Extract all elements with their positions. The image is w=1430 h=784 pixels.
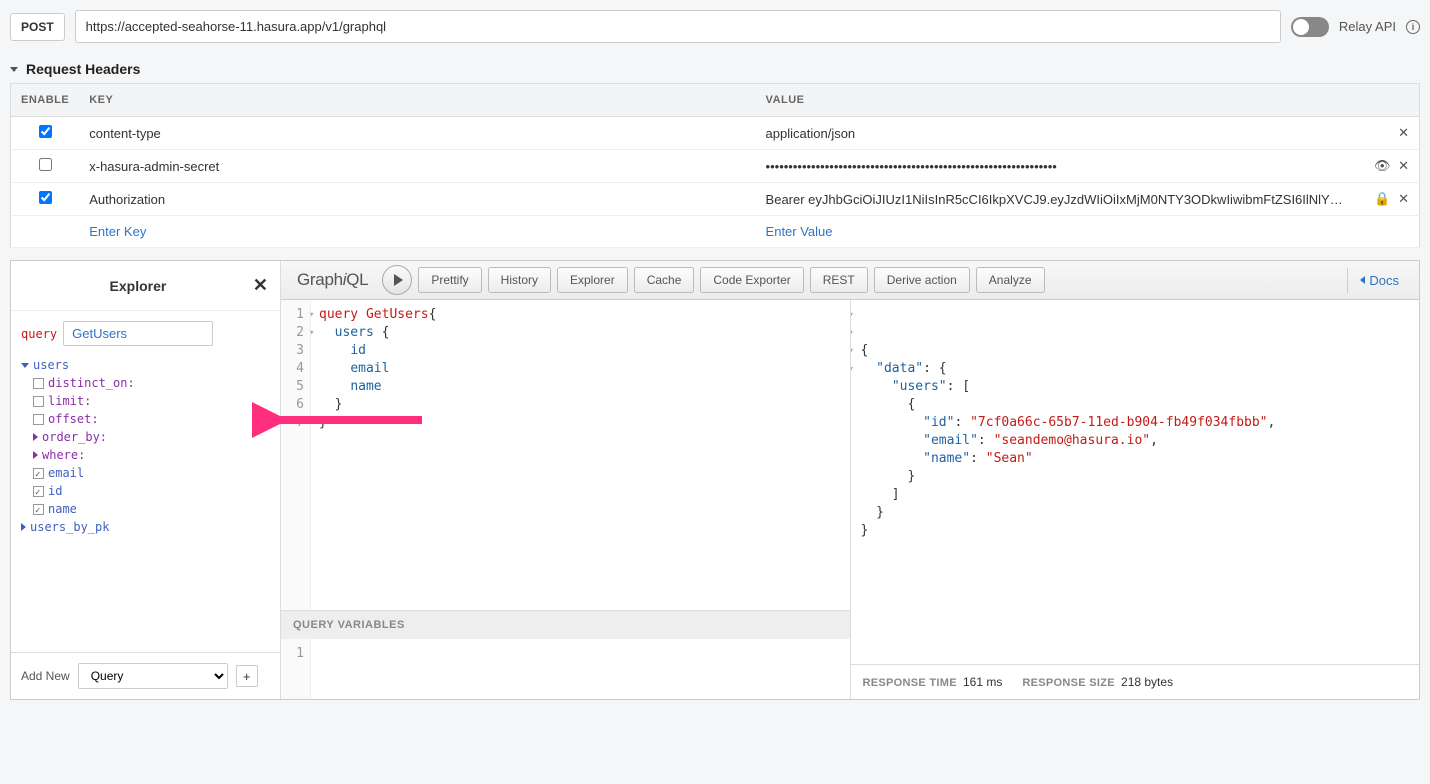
- tree-offset[interactable]: offset:: [33, 410, 270, 428]
- header-key[interactable]: Authorization: [79, 183, 755, 216]
- execute-button[interactable]: [382, 265, 412, 295]
- relay-api-toggle[interactable]: [1291, 17, 1329, 37]
- explorer-pane: Explorer ✕ query users distinct_on: limi…: [11, 261, 281, 699]
- result-footer: RESPONSE TIME 161 ms RESPONSE SIZE 218 b…: [851, 664, 1420, 699]
- docs-button[interactable]: Docs: [1347, 268, 1411, 293]
- query-editor[interactable]: 1234567 ▾▾ query GetUsers{ users { id em…: [281, 300, 850, 610]
- tree-order-by[interactable]: order_by:: [33, 428, 270, 446]
- headers-table: ENABLE KEY VALUE content-type applicatio…: [10, 83, 1420, 248]
- code-exporter-button[interactable]: Code Exporter: [700, 267, 803, 293]
- add-new-label: Add New: [21, 669, 70, 683]
- header-row: Authorization Bearer eyJhbGciOiJIUzI1NiI…: [11, 183, 1420, 216]
- analyze-button[interactable]: Analyze: [976, 267, 1045, 293]
- tree-name[interactable]: name: [33, 500, 270, 518]
- col-key: KEY: [79, 84, 755, 117]
- request-bar: POST Relay API i: [10, 10, 1420, 43]
- graphiql-logo: GraphiQL: [289, 270, 376, 290]
- info-icon[interactable]: i: [1406, 20, 1420, 34]
- header-key[interactable]: content-type: [79, 117, 755, 150]
- tree-limit[interactable]: limit:: [33, 392, 270, 410]
- header-row: content-type application/json ✕: [11, 117, 1420, 150]
- tree-id[interactable]: id: [33, 482, 270, 500]
- tree-email[interactable]: email: [33, 464, 270, 482]
- graphiql-toolbar: GraphiQL Prettify History Explorer Cache…: [281, 261, 1419, 300]
- explorer-title: Explorer: [110, 278, 167, 294]
- tree-where[interactable]: where:: [33, 446, 270, 464]
- graphiql-panel: Explorer ✕ query users distinct_on: limi…: [10, 260, 1420, 700]
- prettify-button[interactable]: Prettify: [418, 267, 481, 293]
- eye-icon[interactable]: 👁: [1374, 158, 1391, 174]
- query-variables-header[interactable]: QUERY VARIABLES: [281, 610, 850, 639]
- result-viewer[interactable]: ▾▾▾▾ { "data": { "users": [ { "id": "7cf…: [851, 300, 1420, 664]
- close-explorer-icon[interactable]: ✕: [253, 275, 268, 296]
- chevron-down-icon: [10, 67, 18, 72]
- header-value-placeholder[interactable]: Enter Value: [766, 224, 833, 239]
- explorer-button[interactable]: Explorer: [557, 267, 628, 293]
- header-key[interactable]: x-hasura-admin-secret: [79, 150, 755, 183]
- header-enable-checkbox[interactable]: [39, 191, 52, 204]
- lock-icon[interactable]: 🔒: [1374, 191, 1390, 207]
- add-new-select[interactable]: Query: [78, 663, 228, 689]
- delete-header-icon[interactable]: ✕: [1398, 158, 1409, 174]
- header-value[interactable]: Bearer eyJhbGciOiJIUzI1NiIsInR5cCI6IkpXV…: [756, 183, 1360, 216]
- header-row: x-hasura-admin-secret ••••••••••••••••••…: [11, 150, 1420, 183]
- request-headers-section: Request Headers ENABLE KEY VALUE content…: [10, 55, 1420, 248]
- relay-api-label: Relay API: [1339, 19, 1396, 34]
- http-method-badge: POST: [10, 13, 65, 41]
- request-headers-toggle[interactable]: Request Headers: [10, 55, 1420, 83]
- history-button[interactable]: History: [488, 267, 551, 293]
- header-enable-checkbox[interactable]: [39, 158, 52, 171]
- query-keyword: query: [21, 327, 57, 341]
- delete-header-icon[interactable]: ✕: [1398, 191, 1409, 207]
- request-headers-title: Request Headers: [26, 61, 140, 77]
- query-variables-editor[interactable]: 1: [281, 639, 850, 699]
- col-value: VALUE: [756, 84, 1360, 117]
- cache-button[interactable]: Cache: [634, 267, 695, 293]
- header-enable-checkbox[interactable]: [39, 125, 52, 138]
- add-new-button[interactable]: +: [236, 665, 258, 687]
- tree-users-by-pk[interactable]: users_by_pk: [21, 518, 270, 536]
- rest-button[interactable]: REST: [810, 267, 868, 293]
- query-name-input[interactable]: [63, 321, 213, 346]
- header-key-placeholder[interactable]: Enter Key: [89, 224, 146, 239]
- header-value[interactable]: ••••••••••••••••••••••••••••••••••••••••…: [756, 150, 1360, 183]
- header-value[interactable]: application/json: [756, 117, 1360, 150]
- chevron-left-icon: [1360, 276, 1365, 284]
- col-enable: ENABLE: [11, 84, 80, 117]
- derive-action-button[interactable]: Derive action: [874, 267, 970, 293]
- tree-users[interactable]: users: [21, 356, 270, 374]
- delete-header-icon[interactable]: ✕: [1398, 125, 1409, 141]
- tree-distinct-on[interactable]: distinct_on:: [33, 374, 270, 392]
- endpoint-url-input[interactable]: [75, 10, 1281, 43]
